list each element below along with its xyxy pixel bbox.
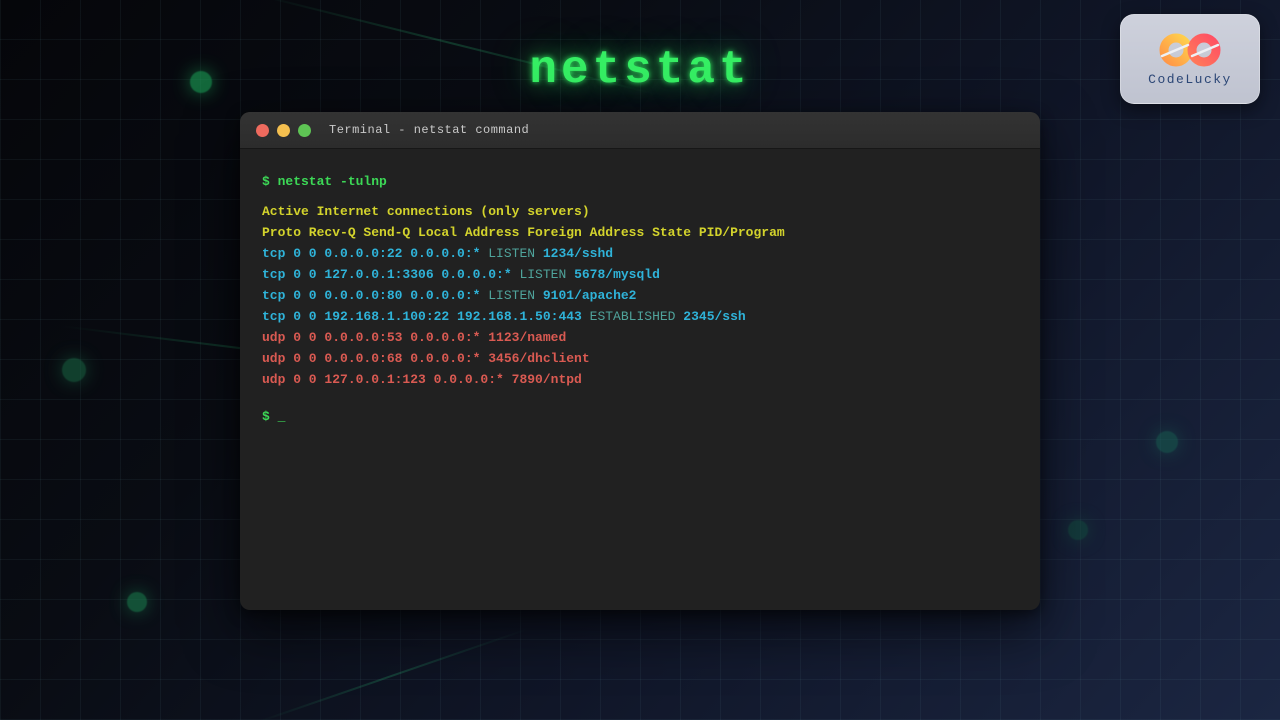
- glow-dot: [1156, 431, 1178, 453]
- terminal-line: [262, 390, 1018, 406]
- terminal-text-segment: tcp 0 0 127.0.0.1:3306 0.0.0.0:*: [262, 267, 519, 282]
- terminal-line: udp 0 0 127.0.0.1:123 0.0.0.0:* 7890/ntp…: [262, 369, 1018, 390]
- close-button[interactable]: [256, 124, 269, 137]
- terminal-line: tcp 0 0 0.0.0.0:22 0.0.0.0:* LISTEN 1234…: [262, 243, 1018, 264]
- glow-dot: [1068, 520, 1088, 540]
- terminal-text-segment: 5678/mysqld: [566, 267, 660, 282]
- terminal-text-segment: LISTEN: [488, 246, 535, 261]
- terminal-text-segment: Active Internet connections (only server…: [262, 204, 590, 219]
- terminal-title: Terminal - netstat command: [329, 123, 529, 137]
- terminal-line: $ netstat -tulnp: [262, 171, 1018, 192]
- terminal-line: $ _: [262, 406, 1018, 427]
- terminal-window: Terminal - netstat command $ netstat -tu…: [240, 112, 1040, 610]
- terminal-output[interactable]: $ netstat -tulnp Active Internet connecti…: [240, 149, 1040, 427]
- terminal-text-segment: ESTABLISHED: [590, 309, 676, 324]
- terminal-line: udp 0 0 0.0.0.0:68 0.0.0.0:* 3456/dhclie…: [262, 348, 1018, 369]
- page-title: netstat: [0, 44, 1280, 96]
- terminal-line: tcp 0 0 127.0.0.1:3306 0.0.0.0:* LISTEN …: [262, 264, 1018, 285]
- terminal-text-segment: 2345/ssh: [675, 309, 745, 324]
- minimize-button[interactable]: [277, 124, 290, 137]
- terminal-text-segment: udp 0 0 0.0.0.0:53 0.0.0.0:* 1123/named: [262, 330, 566, 345]
- terminal-text-segment: udp 0 0 127.0.0.1:123 0.0.0.0:* 7890/ntp…: [262, 372, 582, 387]
- background-line: [255, 628, 530, 720]
- terminal-line: tcp 0 0 192.168.1.100:22 192.168.1.50:44…: [262, 306, 1018, 327]
- traffic-lights: [256, 124, 311, 137]
- terminal-line: [262, 192, 1018, 201]
- terminal-line: udp 0 0 0.0.0.0:53 0.0.0.0:* 1123/named: [262, 327, 1018, 348]
- infinity-icon: [1157, 31, 1223, 69]
- terminal-text-segment: 1234/sshd: [535, 246, 613, 261]
- terminal-text-segment: $ netstat -tulnp: [262, 174, 387, 189]
- maximize-button[interactable]: [298, 124, 311, 137]
- terminal-text-segment: udp 0 0 0.0.0.0:68 0.0.0.0:* 3456/dhclie…: [262, 351, 590, 366]
- terminal-line: Active Internet connections (only server…: [262, 201, 1018, 222]
- terminal-line: Proto Recv-Q Send-Q Local Address Foreig…: [262, 222, 1018, 243]
- terminal-text-segment: $: [262, 409, 278, 424]
- glow-dot: [62, 358, 86, 382]
- brand-badge: CodeLucky: [1120, 14, 1260, 104]
- terminal-cursor: _: [278, 409, 286, 424]
- glow-dot: [127, 592, 147, 612]
- terminal-text-segment: tcp 0 0 0.0.0.0:22 0.0.0.0:*: [262, 246, 488, 261]
- terminal-line: tcp 0 0 0.0.0.0:80 0.0.0.0:* LISTEN 9101…: [262, 285, 1018, 306]
- terminal-text-segment: LISTEN: [519, 267, 566, 282]
- terminal-text-segment: tcp 0 0 192.168.1.100:22 192.168.1.50:44…: [262, 309, 590, 324]
- terminal-text-segment: LISTEN: [488, 288, 535, 303]
- terminal-text-segment: Proto Recv-Q Send-Q Local Address Foreig…: [262, 225, 785, 240]
- terminal-text-segment: tcp 0 0 0.0.0.0:80 0.0.0.0:*: [262, 288, 488, 303]
- brand-name: CodeLucky: [1148, 72, 1232, 87]
- terminal-text-segment: 9101/apache2: [535, 288, 636, 303]
- terminal-titlebar: Terminal - netstat command: [240, 112, 1040, 149]
